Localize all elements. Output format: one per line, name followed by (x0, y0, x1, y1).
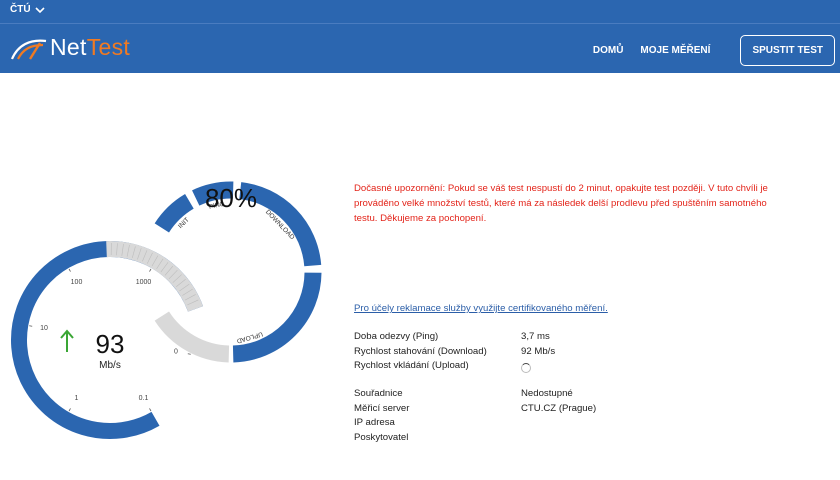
org-switcher[interactable]: ČTÚ (10, 4, 45, 15)
speed-major-tick (29, 325, 33, 327)
result-row-download: Rychlost stahování (Download) 92 Mb/s (354, 346, 654, 361)
arrow-up-icon (60, 329, 74, 352)
speed-tick-label: 0.1 (139, 395, 149, 402)
result-value: 3,7 ms (521, 331, 550, 342)
progress-segment-remaining (154, 311, 230, 363)
info-value: Nedostupné (521, 388, 573, 399)
temporary-warning: Dočasné upozornění: Pokud se váš test ne… (354, 183, 768, 224)
gauges-svg: INITPINGDOWNLOADUPLOAD 0 0.1 1 10 100 1000 (11, 181, 322, 439)
speed-tick-label: 10 (40, 325, 48, 332)
loading-spinner-icon (521, 363, 531, 373)
nav-home[interactable]: DOMŮ (593, 45, 624, 56)
header-divider (0, 23, 840, 24)
progress-percent: 80% (204, 183, 258, 213)
results-table: Doba odezvy (Ping) 3,7 ms Rychlost staho… (354, 331, 654, 375)
logo[interactable]: NetTest (10, 34, 130, 61)
result-row-ping: Doba odezvy (Ping) 3,7 ms (354, 331, 654, 346)
speed-major-tick (68, 408, 71, 412)
info-row-ip: IP adresa (354, 417, 654, 432)
org-label: ČTÚ (10, 4, 31, 15)
speed-major-tick (149, 268, 152, 272)
info-row-provider: Poskytovatel (354, 432, 654, 447)
speed-readout: 93 (60, 329, 160, 360)
nav-my-measurements[interactable]: MOJE MĚŘENÍ (640, 45, 710, 56)
info-row-coordinates: Souřadnice Nedostupné (354, 388, 654, 403)
info-label: IP adresa (354, 417, 395, 428)
info-label: Souřadnice (354, 388, 403, 399)
gauges-area: INIT PING DOWNLOAD UPLOAD 0 0.1 1 10 100 1000 80… (0, 73, 340, 480)
speed-major-tick (68, 268, 71, 272)
speed-tick-label: 1 (75, 395, 79, 402)
logo-test: Test (86, 34, 131, 60)
info-label: Měřicí server (354, 402, 410, 414)
speed-major-tick (187, 353, 191, 355)
speed-major-tick (149, 408, 152, 412)
progress-ring: INITPINGDOWNLOADUPLOAD (154, 181, 322, 363)
header: ČTÚ NetTest DOMŮ MOJE MĚŘENÍ SPUSTIT TES… (0, 0, 840, 73)
certified-measurement-link[interactable]: Pro účely reklamace služby využijte cert… (354, 303, 608, 314)
result-row-upload: Rychlost vkládání (Upload) (354, 360, 654, 375)
result-value: 92 Mb/s (521, 345, 556, 357)
start-test-button[interactable]: SPUSTIT TEST (740, 35, 835, 66)
result-label: Rychlost stahování (Download) (354, 345, 487, 357)
speed-tick-label: 0 (174, 348, 178, 355)
speedometer-logo-icon (10, 39, 47, 60)
info-value: CTU.CZ (Prague) (521, 402, 597, 414)
speed-tick-label: 1000 (136, 279, 152, 286)
chevron-down-icon (34, 6, 45, 13)
speed-value: 93 (95, 329, 125, 359)
logo-text: NetTest (50, 34, 130, 61)
result-label: Doba odezvy (Ping) (354, 331, 439, 342)
info-label: Poskytovatel (354, 431, 409, 443)
main-nav: DOMŮ MOJE MĚŘENÍ SPUSTIT TEST (593, 35, 835, 66)
info-table: Souřadnice Nedostupné Měřicí server CTU.… (354, 388, 654, 446)
logo-net: Net (50, 34, 87, 60)
speed-unit: Mb/s (99, 360, 121, 371)
result-label: Rychlost vkládání (Upload) (354, 360, 469, 371)
speed-tick-label: 100 (71, 279, 83, 286)
info-row-server: Měřicí server CTU.CZ (Prague) (354, 403, 654, 418)
